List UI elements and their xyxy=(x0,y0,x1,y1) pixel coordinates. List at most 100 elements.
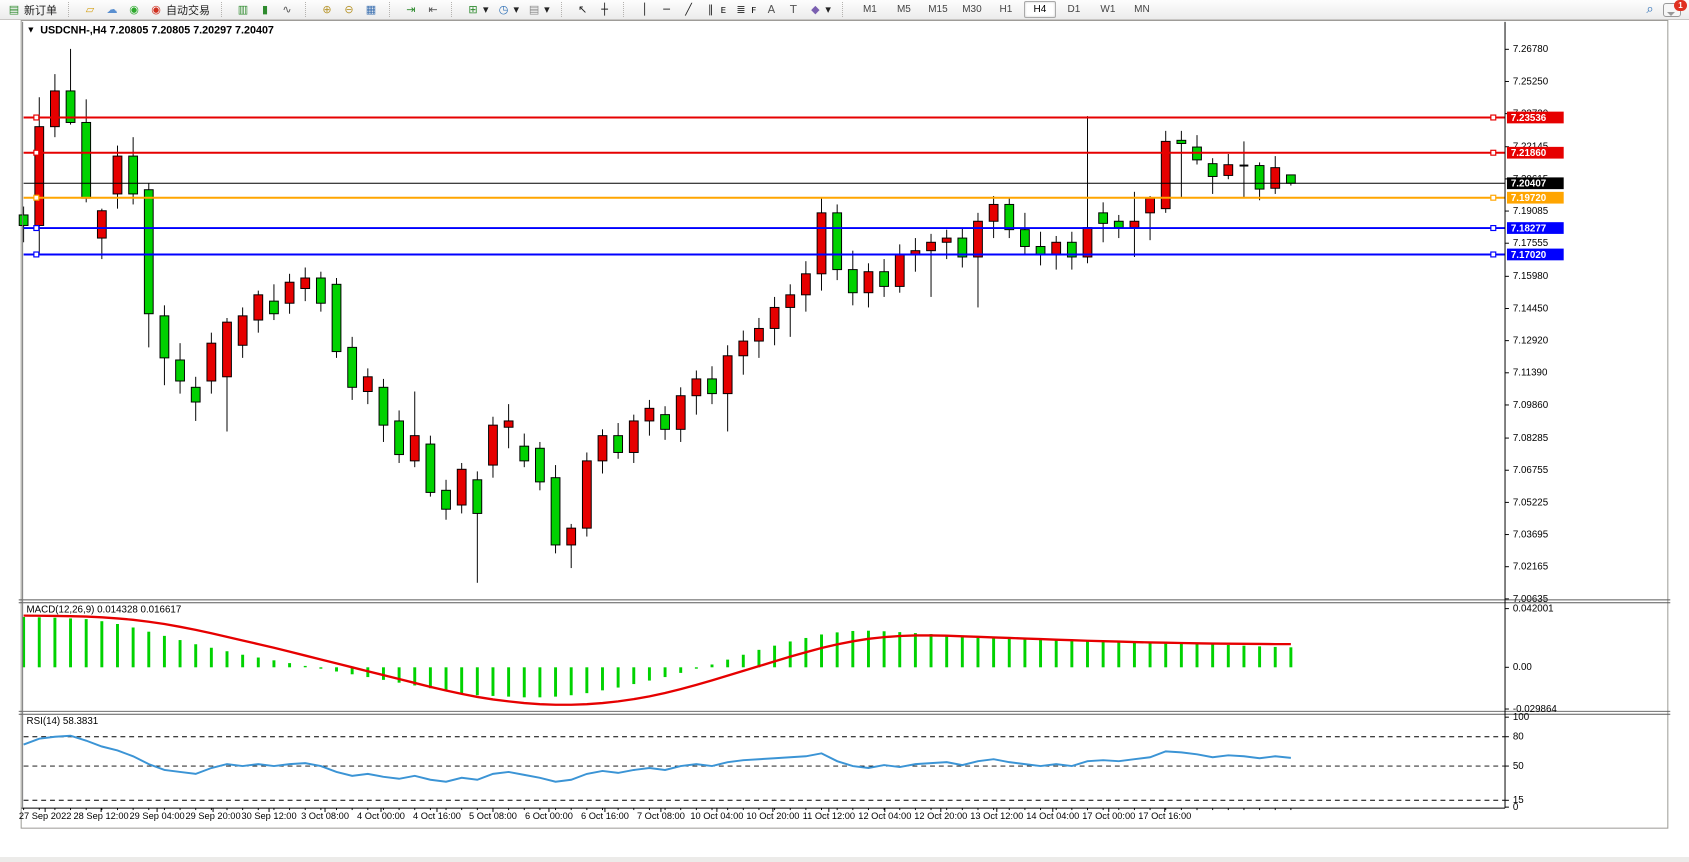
text-label-icon: T xyxy=(786,2,800,17)
candlestick-icon: ▮ xyxy=(258,2,272,17)
date-label: 13 Oct 12:00 xyxy=(970,811,1023,821)
autotrade-icon: ◉ xyxy=(149,2,163,17)
template-button-label: ▾ xyxy=(544,3,550,16)
fibonacci-button[interactable]: ≣ꜰ xyxy=(730,1,760,19)
chat-bubble-icon[interactable]: 1 xyxy=(1663,3,1681,17)
trendline-button[interactable]: ╱ xyxy=(678,1,700,19)
search-icon[interactable]: ⌕ xyxy=(1643,2,1657,17)
fibonacci-button-label: ꜰ xyxy=(751,3,756,16)
shapes-button[interactable]: ◆▾ xyxy=(804,1,835,19)
svg-text:7.14450: 7.14450 xyxy=(1513,303,1549,314)
date-label: 10 Oct 04:00 xyxy=(690,811,743,821)
channel-button[interactable]: ∥ᴇ xyxy=(700,1,730,19)
date-label: 12 Oct 04:00 xyxy=(858,811,911,821)
new-chart-button[interactable]: ⊞▾ xyxy=(462,1,493,19)
svg-text:7.26780: 7.26780 xyxy=(1513,44,1549,55)
svg-text:7.17020: 7.17020 xyxy=(1511,250,1547,261)
date-label: 6 Oct 16:00 xyxy=(581,811,629,821)
autotrading-button[interactable]: ◉自动交易 xyxy=(145,1,214,19)
text-icon: A xyxy=(764,2,778,17)
line-chart-button[interactable]: ∿ xyxy=(276,1,298,19)
time-axis[interactable]: 27 Sep 202228 Sep 12:0029 Sep 04:0029 Se… xyxy=(19,808,1291,821)
timeframe-h1-button[interactable]: H1 xyxy=(990,1,1022,18)
svg-text:7.20407: 7.20407 xyxy=(1511,179,1546,190)
svg-text:7.18277: 7.18277 xyxy=(1511,223,1546,234)
svg-text:0: 0 xyxy=(1513,802,1519,813)
date-label: 17 Oct 00:00 xyxy=(1082,811,1135,821)
chart-shift-button[interactable]: ⇤ xyxy=(422,1,444,19)
timeframe-h4-button[interactable]: H4 xyxy=(1024,1,1056,18)
svg-text:7.11390: 7.11390 xyxy=(1513,368,1548,379)
chart-window[interactable]: 7.267807.252507.237207.221457.206157.190… xyxy=(0,19,1689,857)
toolbar-group-chart-types: ▥ ▮ ∿ xyxy=(229,1,301,18)
chart-frame xyxy=(21,20,1668,828)
highlighter-button[interactable]: ▱ xyxy=(79,1,101,19)
timeframe-m15-button[interactable]: M15 xyxy=(922,1,954,18)
timeframe-d1-button[interactable]: D1 xyxy=(1058,1,1090,18)
toolbar-separator xyxy=(389,2,395,17)
horizontal-line-button[interactable]: ─ xyxy=(656,1,678,19)
candlestick-button[interactable]: ▮ xyxy=(254,1,276,19)
timeframe-w1-button[interactable]: W1 xyxy=(1092,1,1124,18)
new-order-icon: ▤ xyxy=(7,2,21,17)
toolbar-group-drawings: │─╱∥ᴇ≣ꜰAT◆▾ xyxy=(631,1,838,18)
new-chart-icon: ⊞ xyxy=(466,2,480,17)
svg-text:0.00: 0.00 xyxy=(1513,662,1533,673)
rsi-label: RSI(14) 58.3831 xyxy=(27,716,99,727)
toolbar-separator xyxy=(221,2,227,17)
svg-text:100: 100 xyxy=(1513,712,1530,723)
profile-button[interactable]: ☁ xyxy=(101,1,123,19)
date-label: 6 Oct 00:00 xyxy=(525,811,573,821)
main-toolbar: ▤新订单▱☁◉◉自动交易▥▮∿⊕⊖▦⇥⇤⊞▾◷▾▤▾↖┼│─╱∥ᴇ≣ꜰAT◆▾M… xyxy=(0,0,1689,20)
signal-button[interactable]: ◉ xyxy=(123,1,145,19)
channel-button-label: ᴇ xyxy=(721,4,726,16)
toolbar-separator xyxy=(842,2,848,17)
highlighter-icon: ▱ xyxy=(83,2,97,17)
auto-scroll-button[interactable]: ⇥ xyxy=(400,1,422,19)
chart-canvas[interactable]: 7.267807.252507.237207.221457.206157.190… xyxy=(0,19,1689,857)
cloud-icon: ☁ xyxy=(105,2,119,17)
symbol-period-label: USDCNH-,H4 7.20805 7.20805 7.20297 7.204… xyxy=(40,25,274,37)
zoom-out-icon: ⊖ xyxy=(342,2,356,17)
vertical-line-button[interactable]: │ xyxy=(634,1,656,19)
toolbar-separator xyxy=(451,2,457,17)
toolbar-group-scroll: ⇥⇤ xyxy=(397,1,447,18)
cursor-arrow-icon: ↖ xyxy=(576,2,590,17)
text-button[interactable]: A xyxy=(760,1,782,19)
toolbar-group-zoom: ⊕ ⊖ ▦ xyxy=(313,1,385,18)
date-label: 27 Sep 2022 xyxy=(19,811,72,821)
timeframe-m30-button[interactable]: M30 xyxy=(956,1,988,18)
trendline-icon: ╱ xyxy=(682,2,696,17)
svg-text:7.23536: 7.23536 xyxy=(1511,113,1547,124)
date-label: 3 Oct 08:00 xyxy=(301,811,349,821)
tile-windows-icon: ▦ xyxy=(364,2,378,17)
crosshair-button[interactable]: ┼ xyxy=(594,1,616,19)
new-order-button[interactable]: ▤新订单 xyxy=(3,1,61,19)
clock-icon: ◷ xyxy=(497,2,511,17)
timeframe-m1-button[interactable]: M1 xyxy=(854,1,886,18)
date-label: 4 Oct 00:00 xyxy=(357,811,405,821)
bar-chart-button[interactable]: ▥ xyxy=(232,1,254,19)
title-collapse-icon[interactable]: ▼ xyxy=(27,25,36,35)
bar-chart-icon: ▥ xyxy=(236,2,250,17)
svg-text:7.19720: 7.19720 xyxy=(1511,193,1547,204)
date-label: 5 Oct 08:00 xyxy=(469,811,517,821)
svg-text:7.25250: 7.25250 xyxy=(1513,76,1549,87)
date-label: 11 Oct 12:00 xyxy=(803,811,855,821)
period-button[interactable]: ◷▾ xyxy=(493,1,524,19)
timeframe-mn-button[interactable]: MN xyxy=(1126,1,1158,18)
channel-icon: ∥ xyxy=(704,2,718,17)
tile-windows-button[interactable]: ▦ xyxy=(360,1,382,19)
date-label: 4 Oct 16:00 xyxy=(413,811,461,821)
zoom-out-button[interactable]: ⊖ xyxy=(338,1,360,19)
date-label: 29 Sep 04:00 xyxy=(130,811,185,821)
shapes-icon: ◆ xyxy=(808,2,822,17)
timeframe-group: M1M5M15M30H1H4D1W1MN xyxy=(850,1,1162,18)
text-label-button[interactable]: T xyxy=(782,1,804,19)
zoom-in-button[interactable]: ⊕ xyxy=(316,1,338,19)
svg-text:7.21860: 7.21860 xyxy=(1511,148,1547,159)
toolbar-separator xyxy=(68,2,74,17)
cursor-button[interactable]: ↖ xyxy=(572,1,594,19)
template-button[interactable]: ▤▾ xyxy=(523,1,554,19)
timeframe-m5-button[interactable]: M5 xyxy=(888,1,920,18)
